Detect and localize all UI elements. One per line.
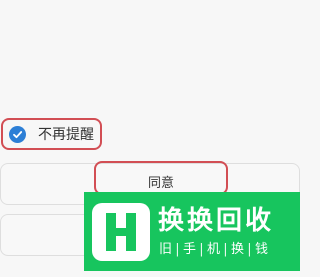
dont-remind-label: 不再提醒	[38, 127, 94, 143]
slogan-char: 换	[230, 241, 244, 257]
slogan-separator: |	[247, 241, 252, 257]
slogan-char: 手	[182, 241, 196, 257]
slogan-char: 钱	[254, 241, 268, 257]
slogan-char: 机	[206, 241, 220, 257]
hh-logo-icon	[92, 202, 150, 261]
agree-button-label: 同意	[147, 176, 174, 191]
slogan-separator: |	[175, 241, 180, 257]
brand-watermark: 换换回收 旧 | 手 | 机 | 换 | 钱	[84, 192, 300, 271]
checkmark-icon[interactable]	[9, 125, 26, 143]
dialog-screen: 不再提醒 同意 换换回收 旧 | 手 | 机 | 换 | 钱	[0, 0, 300, 277]
slogan-separator: |	[223, 241, 228, 257]
brand-name: 换换回收	[158, 205, 275, 236]
watermark-text: 换换回收 旧 | 手 | 机 | 换 | 钱	[158, 205, 274, 259]
slogan-char: 旧	[158, 241, 172, 257]
brand-slogan: 旧 | 手 | 机 | 换 | 钱	[158, 241, 274, 259]
agree-button-highlight[interactable]: 同意	[94, 161, 228, 195]
slogan-separator: |	[199, 241, 204, 257]
dont-remind-checkbox-row[interactable]: 不再提醒	[1, 118, 102, 150]
